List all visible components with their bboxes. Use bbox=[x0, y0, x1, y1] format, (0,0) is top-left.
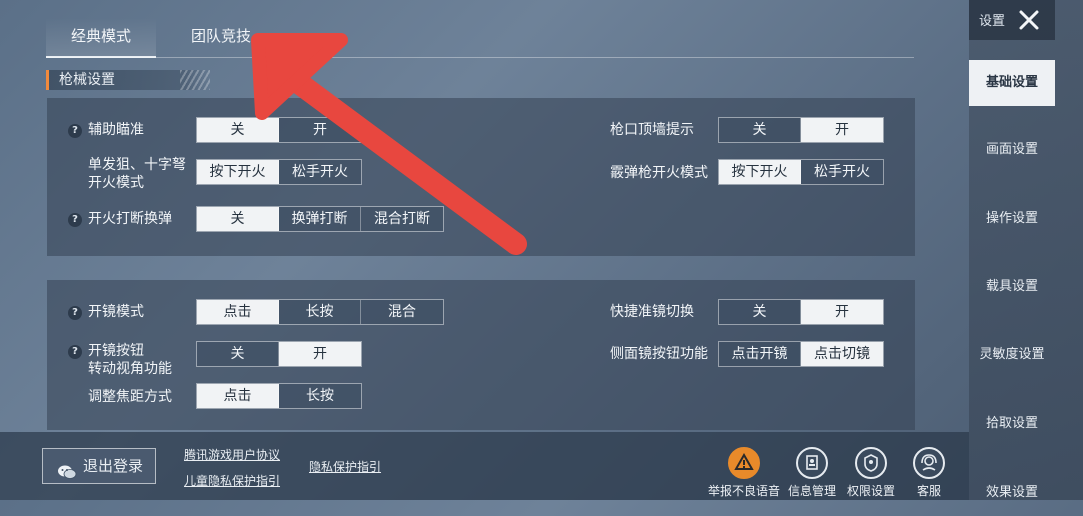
report-voice-label: 举报不良语音 bbox=[707, 484, 780, 498]
link-privacy-guide[interactable]: 隐私保护指引 bbox=[309, 458, 381, 475]
sidebar-header: 设置 bbox=[969, 0, 1055, 40]
permission-settings-label: 权限设置 bbox=[846, 484, 895, 498]
sidebar-item-graphics-settings[interactable]: 画面设置 bbox=[969, 127, 1055, 173]
link-user-agreement[interactable]: 腾讯游戏用户协议 bbox=[184, 446, 280, 463]
customer-service-icon[interactable] bbox=[913, 447, 945, 479]
info-management-label: 信息管理 bbox=[787, 484, 836, 498]
sidebar-header-label: 设置 bbox=[979, 14, 1006, 29]
logout-button[interactable]: 退出登录 bbox=[42, 448, 156, 484]
customer-service-label: 客服 bbox=[916, 484, 941, 498]
annotation-arrow-icon bbox=[251, 33, 527, 255]
wechat-icon bbox=[57, 458, 77, 492]
sidebar-item-control-settings[interactable]: 操作设置 bbox=[969, 196, 1055, 242]
sidebar-item-vehicle-settings[interactable]: 载具设置 bbox=[969, 264, 1055, 310]
link-child-privacy[interactable]: 儿童隐私保护指引 bbox=[184, 472, 280, 489]
sidebar-item-basic-settings[interactable]: 基础设置 bbox=[969, 60, 1055, 106]
sidebar-item-effects-settings[interactable]: 效果设置 bbox=[969, 470, 1055, 500]
permission-settings-icon[interactable] bbox=[855, 447, 887, 479]
logout-label: 退出登录 bbox=[83, 457, 144, 475]
info-management-icon[interactable] bbox=[796, 447, 828, 479]
report-voice-icon[interactable] bbox=[728, 447, 760, 479]
sidebar-item-pickup-settings[interactable]: 拾取设置 bbox=[969, 401, 1055, 447]
sidebar-item-sensitivity-settings[interactable]: 灵敏度设置 bbox=[969, 332, 1055, 378]
close-icon[interactable] bbox=[1015, 6, 1043, 38]
